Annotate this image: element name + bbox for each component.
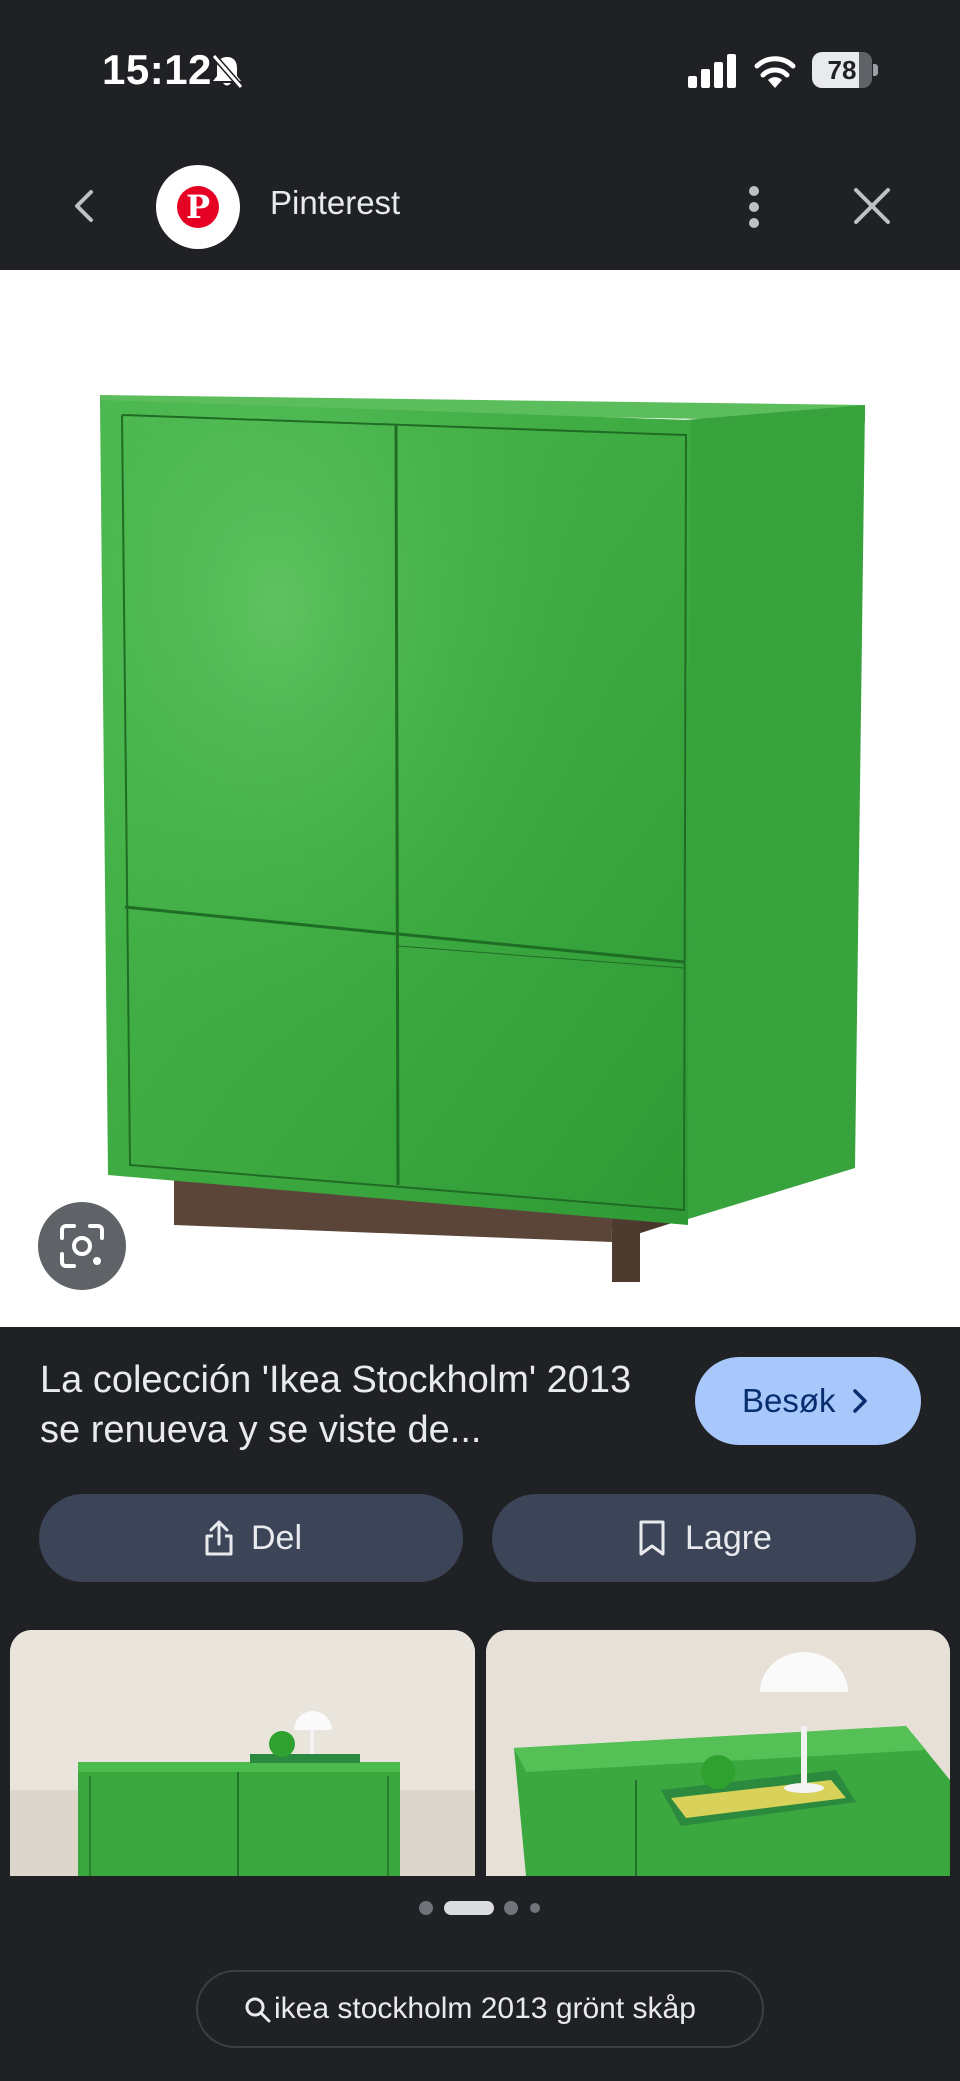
- wifi-icon: [754, 56, 796, 88]
- green-cabinet-photo: [100, 395, 865, 1282]
- related-cabinet-photo-2: [486, 1630, 950, 1876]
- search-query-chip[interactable]: ikea stockholm 2013 grönt skåp: [196, 1970, 764, 2048]
- viewer-header: P Pinterest: [0, 140, 960, 270]
- carousel-pager: [0, 1896, 960, 1920]
- close-icon[interactable]: [852, 186, 892, 226]
- save-button-label: Lagre: [685, 1519, 772, 1557]
- pager-dot: [504, 1901, 518, 1915]
- share-icon: [205, 1520, 233, 1556]
- pager-dot: [419, 1901, 433, 1915]
- pinterest-logo[interactable]: P: [156, 165, 240, 249]
- related-image-1[interactable]: [10, 1630, 475, 1876]
- pager-dot-active: [444, 1901, 494, 1915]
- search-query-text: ikea stockholm 2013 grönt skåp: [274, 1992, 696, 2025]
- save-button[interactable]: Lagre: [492, 1494, 916, 1582]
- lens-search-button[interactable]: [38, 1202, 126, 1290]
- share-button-label: Del: [251, 1519, 303, 1557]
- status-bar: 15:12 78: [0, 0, 960, 140]
- back-arrow-icon[interactable]: [64, 184, 108, 228]
- status-time: 15:12: [102, 46, 212, 93]
- pager-dot: [530, 1903, 540, 1913]
- visit-button-label: Besøk: [742, 1382, 836, 1419]
- pinterest-logo-letter: P: [177, 186, 219, 228]
- signal-icon: [688, 54, 736, 88]
- related-cabinet-photo-1: [10, 1630, 475, 1876]
- main-image[interactable]: [0, 270, 960, 1327]
- search-icon: [245, 1997, 271, 2023]
- related-image-2[interactable]: [486, 1630, 950, 1876]
- site-name[interactable]: Pinterest: [270, 184, 400, 222]
- related-images: [0, 1630, 960, 1876]
- share-button[interactable]: Del: [39, 1494, 463, 1582]
- visit-button[interactable]: Besøk: [695, 1357, 921, 1445]
- bell-off-icon: [211, 54, 244, 89]
- lens-icon: [60, 1224, 104, 1268]
- result-title[interactable]: La colección 'Ikea Stockholm' 2013 se re…: [40, 1355, 660, 1455]
- more-vert-icon[interactable]: [736, 184, 772, 230]
- result-info: La colección 'Ikea Stockholm' 2013 se re…: [0, 1327, 960, 1627]
- battery-percent: 78: [827, 55, 857, 85]
- chevron-right-icon: [853, 1389, 867, 1413]
- battery-icon: 78: [812, 52, 878, 88]
- bookmark-icon: [639, 1520, 665, 1556]
